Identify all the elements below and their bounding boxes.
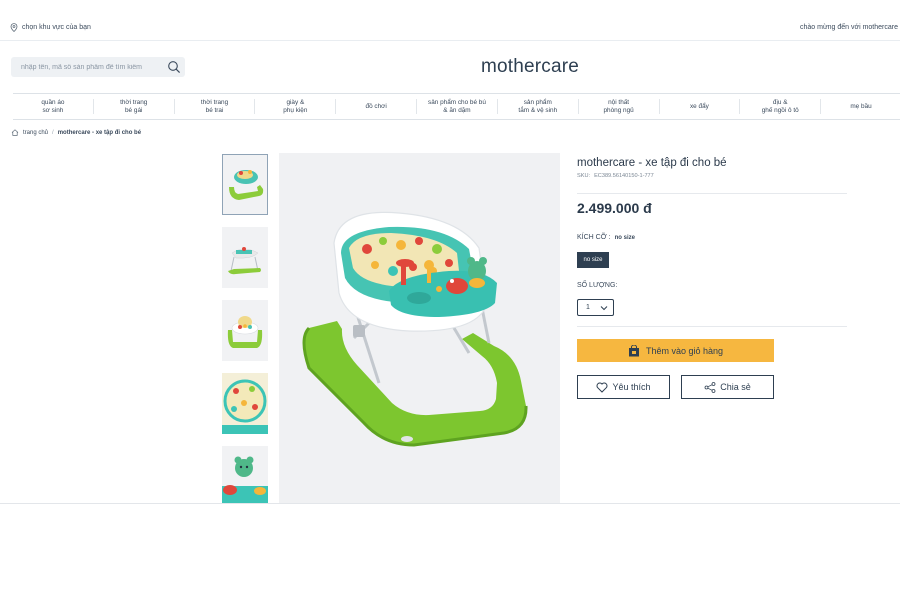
top-bar [0,0,900,41]
selected-size: no size [614,234,635,241]
add-to-cart-button[interactable]: Thêm vào giỏ hàng [577,339,774,362]
product-thumbnail-2[interactable] [222,227,268,288]
home-icon[interactable] [11,129,19,136]
nav-item-newborn-clothing[interactable]: quần áo sơ sinh [13,99,94,114]
location-pin-icon [10,23,18,32]
location-selector[interactable]: chọn khu vực của bạn [10,23,91,32]
chevron-down-icon [600,306,608,311]
product-thumbnail-1[interactable] [222,154,268,215]
sku-value: EC389.56140150-1-777 [594,173,654,179]
quantity-value: 1 [586,304,590,311]
nav-item-shoes-accessories[interactable]: giày & phụ kiện [255,99,337,114]
add-to-cart-label: Thêm vào giỏ hàng [645,345,724,356]
welcome-text: chào mừng đến với mothercare [800,24,898,31]
share-label: Chia sẻ [720,382,751,392]
baby-walker-thumbnail-image [223,155,267,214]
search-bar[interactable] [11,57,185,77]
nav-item-bathing[interactable]: sản phẩm tắm & vệ sinh [498,99,579,114]
product-sku: SKU: EC389.56140150-1-777 [577,173,654,179]
toy-tray-thumbnail-image [222,446,268,503]
size-label-text: KÍCH CỠ : [577,234,611,241]
size-label: KÍCH CỠ : no size [577,234,635,241]
nav-item-maternity[interactable]: mẹ bầu [821,99,900,114]
baby-walker-side-thumbnail-image [222,227,268,288]
product-thumbnail-5[interactable] [222,446,268,503]
breadcrumb-home[interactable]: trang chủ [23,130,48,136]
baby-walker-main-image [279,153,560,504]
shopping-bag-icon [628,344,639,356]
search-icon[interactable] [167,60,181,74]
share-button[interactable]: Chia sẻ [681,375,774,399]
wishlist-button[interactable]: Yêu thích [577,375,670,399]
location-text: chọn khu vực của bạn [22,24,91,31]
nav-item-toys[interactable]: đồ chơi [336,99,418,114]
nav-item-feeding[interactable]: sản phẩm cho bé bú & ăn dặm [417,99,498,114]
size-option-button[interactable]: no size [577,252,609,268]
baby-walker-front-thumbnail-image [222,300,268,361]
quantity-select[interactable]: 1 [577,299,614,316]
main-product-image[interactable] [279,153,560,504]
nav-item-boys-fashion[interactable]: thời trang bé trai [175,99,256,114]
product-price: 2.499.000 đ [577,200,652,216]
nav-item-girls-fashion[interactable]: thời trang bé gái [94,99,175,114]
nav-item-strollers[interactable]: xe đẩy [660,99,741,114]
product-title: mothercare - xe tập đi cho bé [577,157,727,169]
wishlist-label: Yêu thích [612,382,651,392]
search-input[interactable] [21,63,161,71]
share-icon [704,381,716,393]
brand-logo[interactable]: mothercare [420,56,640,78]
breadcrumb-current: mothercare - xe tập đi cho bé [57,129,142,136]
sku-label: SKU: [577,173,591,179]
nav-item-nursery-furniture[interactable]: nội thất phòng ngủ [579,99,660,114]
heart-icon [597,382,608,393]
content-bottom-border [0,503,900,504]
breadcrumb-separator: / [52,129,54,136]
divider [577,326,847,327]
breadcrumb: trang chủ / mothercare - xe tập đi cho b… [11,129,141,136]
product-thumbnail-4[interactable] [222,373,268,434]
nav-item-carriers-car-seats[interactable]: địu & ghế ngồi ô tô [740,99,822,114]
divider [577,193,847,194]
quantity-label: SỐ LƯỢNG: [577,282,618,289]
main-nav: quần áo sơ sinh thời trang bé gái thời t… [13,93,900,120]
seat-fabric-thumbnail-image [222,373,268,434]
product-thumbnail-3[interactable] [222,300,268,361]
